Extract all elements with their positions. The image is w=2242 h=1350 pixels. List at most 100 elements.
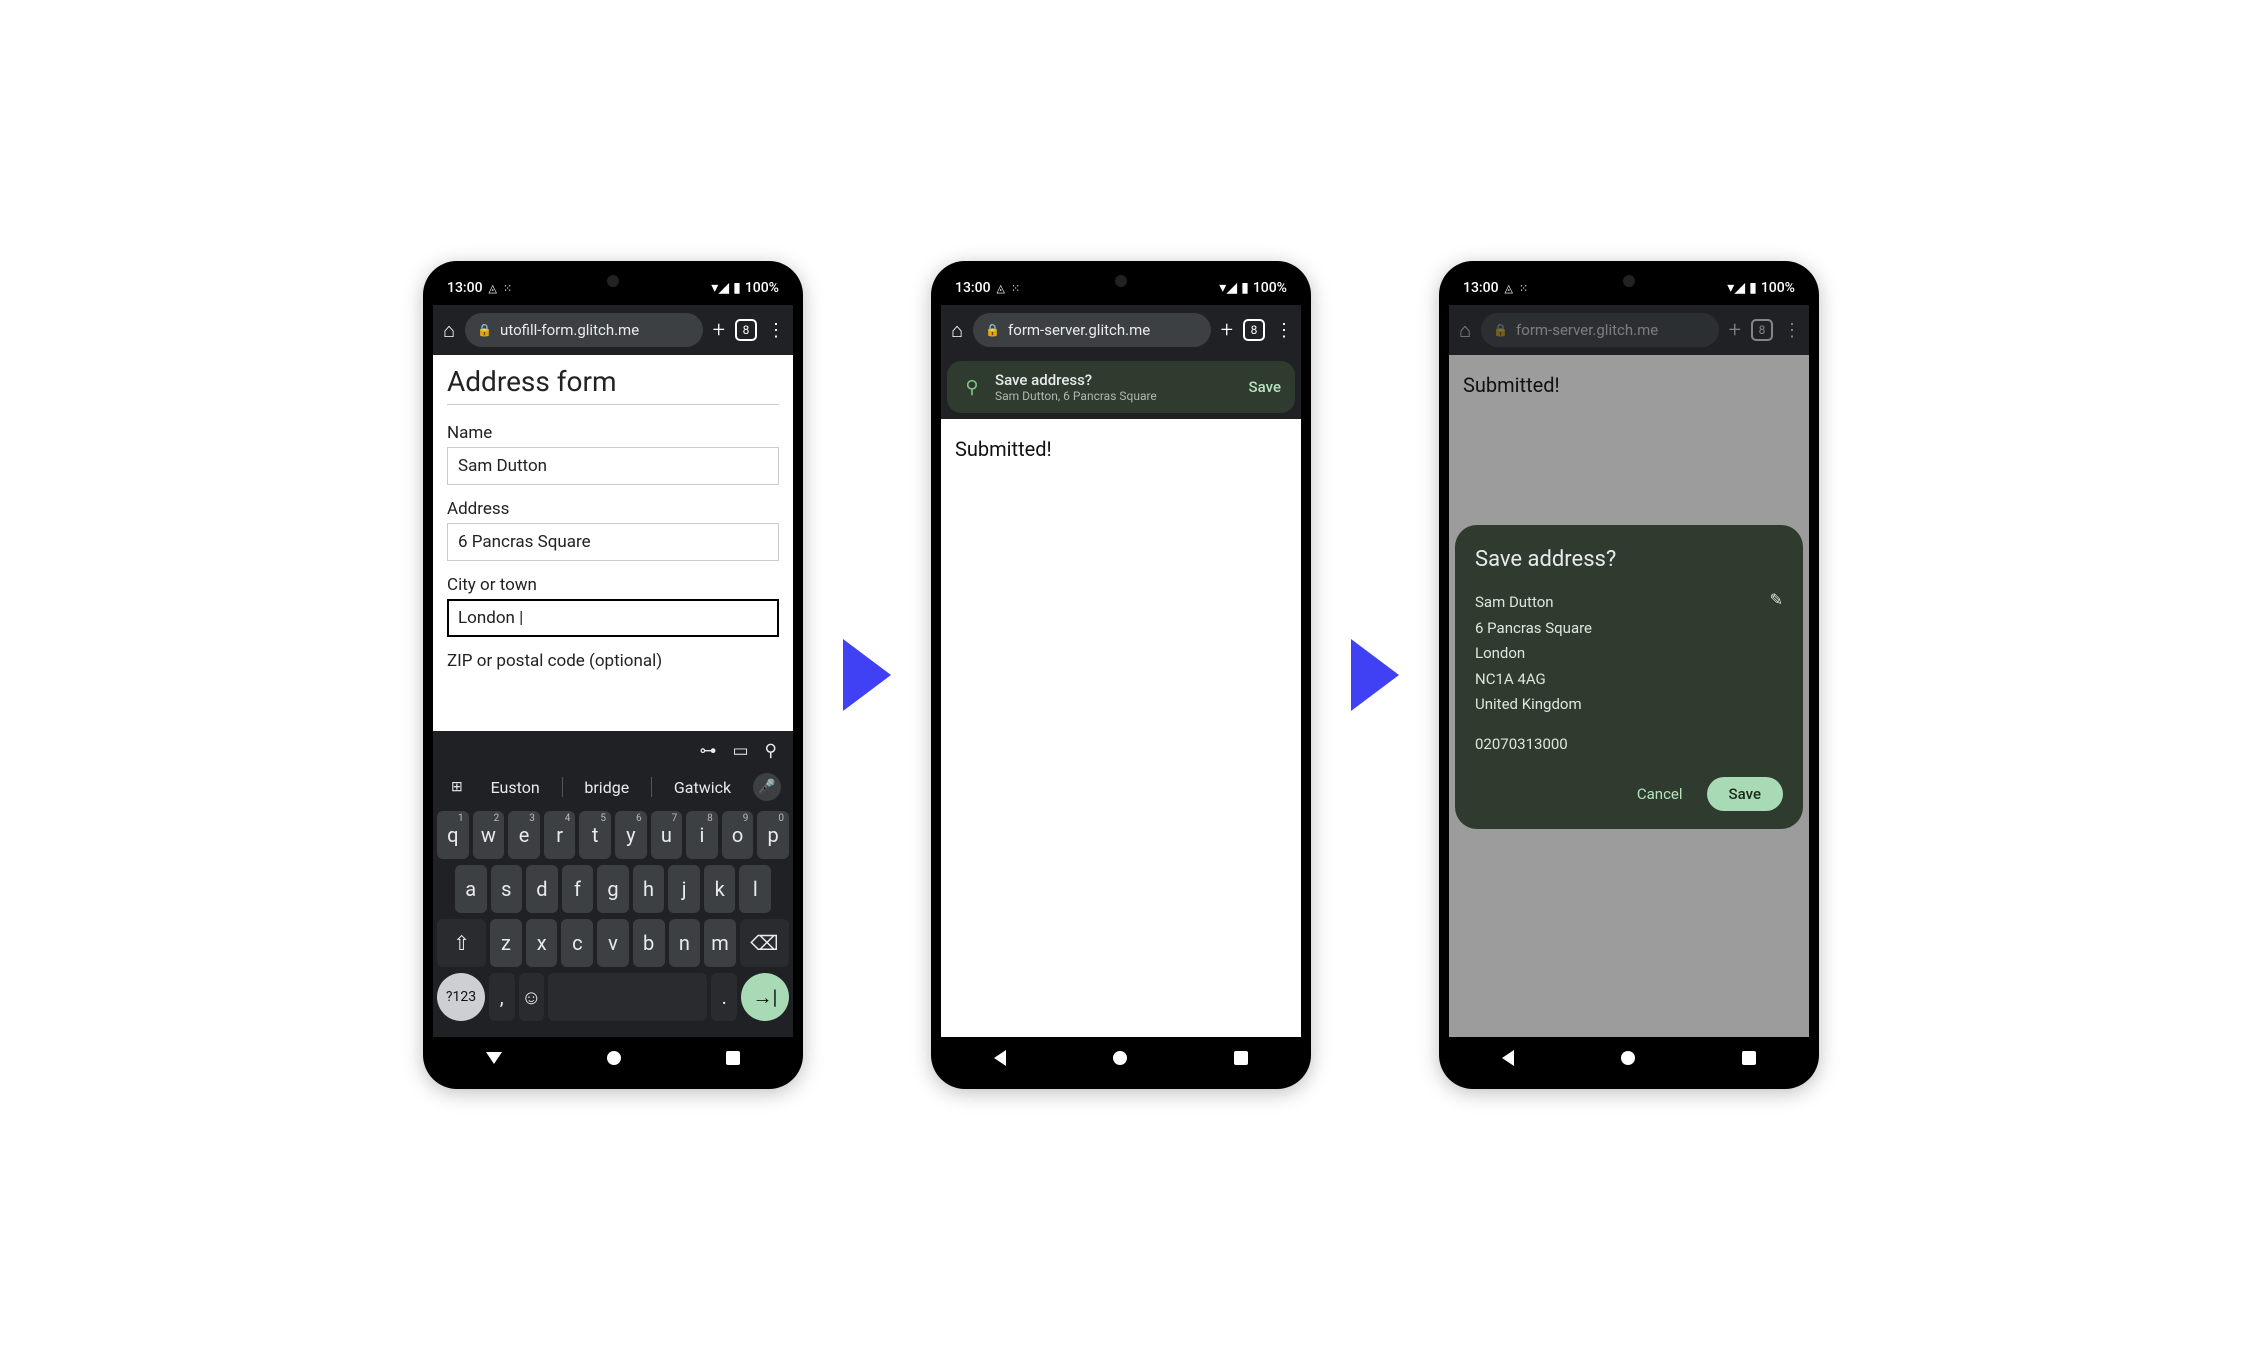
- tab-switcher[interactable]: 8: [1751, 319, 1773, 341]
- period-key[interactable]: .: [711, 973, 737, 1021]
- key-r[interactable]: r4: [544, 811, 576, 859]
- nav-back-icon[interactable]: [486, 1052, 502, 1064]
- lock-icon: 🔒: [1493, 323, 1508, 337]
- key-n[interactable]: n: [669, 919, 701, 967]
- key-y[interactable]: y6: [615, 811, 647, 859]
- notif-icon: ◬: [997, 282, 1005, 295]
- mic-icon[interactable]: 🎤: [753, 773, 781, 801]
- more-menu-icon[interactable]: ⋮: [767, 320, 783, 341]
- android-nav: [1449, 1037, 1809, 1079]
- nav-back-icon[interactable]: [994, 1050, 1006, 1066]
- nav-recent-icon[interactable]: [1234, 1051, 1248, 1065]
- space-key[interactable]: [548, 973, 707, 1021]
- nav-home-icon[interactable]: [1113, 1051, 1127, 1065]
- flow-arrow-icon: [1351, 639, 1399, 711]
- suggestion-1[interactable]: Euston: [481, 778, 550, 797]
- address-input[interactable]: 6 Pancras Square: [447, 523, 779, 561]
- page-content: Submitted! Save address? Sam Dutton 6 Pa…: [1449, 355, 1809, 1037]
- phone-form: 13:00 ◬ ⁙ ▾◢ ▮ 100% ⌂ 🔒 utofill-form.gli…: [423, 261, 803, 1089]
- sheet-zip: NC1A 4AG: [1475, 667, 1592, 693]
- key-q[interactable]: q1: [437, 811, 469, 859]
- page-content: Address form Name Sam Dutton Address 6 P…: [433, 355, 793, 731]
- submitted-text: Submitted!: [1449, 355, 1809, 415]
- key-m[interactable]: m: [704, 919, 736, 967]
- home-icon[interactable]: ⌂: [1459, 318, 1471, 343]
- status-time: 13:00: [447, 280, 483, 296]
- soft-keyboard: ⊶ ▭ ⚲ ⊞ Euston bridge Gatwick 🎤 q1w2e3r4…: [433, 731, 793, 1037]
- key-e[interactable]: e3: [508, 811, 540, 859]
- key-d[interactable]: d: [526, 865, 558, 913]
- save-address-snackbar: ⚲ Save address? Sam Dutton, 6 Pancras Sq…: [947, 361, 1295, 413]
- city-input[interactable]: London |: [447, 599, 779, 637]
- browser-toolbar: ⌂ 🔒 form-server.glitch.me + 8 ⋮: [941, 305, 1301, 355]
- emoji-key[interactable]: ☺: [519, 973, 545, 1021]
- key-h[interactable]: h: [633, 865, 665, 913]
- key-l[interactable]: l: [739, 865, 771, 913]
- new-tab-icon[interactable]: +: [1221, 318, 1233, 343]
- next-key[interactable]: →|: [741, 973, 789, 1021]
- more-menu-icon[interactable]: ⋮: [1275, 320, 1291, 341]
- new-tab-icon[interactable]: +: [713, 318, 725, 343]
- sheet-country: United Kingdom: [1475, 692, 1592, 718]
- nav-recent-icon[interactable]: [726, 1051, 740, 1065]
- card-icon[interactable]: ▭: [732, 741, 748, 761]
- key-p[interactable]: p0: [757, 811, 789, 859]
- address-label: Address: [447, 499, 779, 519]
- wifi-icon: ▾◢: [711, 280, 729, 296]
- omnibox[interactable]: 🔒 utofill-form.glitch.me: [465, 313, 702, 347]
- nav-recent-icon[interactable]: [1742, 1051, 1756, 1065]
- key-k[interactable]: k: [704, 865, 736, 913]
- nav-home-icon[interactable]: [1621, 1051, 1635, 1065]
- key-a[interactable]: a: [455, 865, 487, 913]
- cancel-button[interactable]: Cancel: [1633, 777, 1687, 811]
- backspace-key[interactable]: ⌫: [740, 919, 789, 967]
- pin-icon: ⚲: [961, 376, 983, 398]
- nav-home-icon[interactable]: [607, 1051, 621, 1065]
- location-icon[interactable]: ⚲: [765, 741, 777, 761]
- battery-icon: ▮: [1241, 280, 1249, 296]
- key-c[interactable]: c: [561, 919, 593, 967]
- key-o[interactable]: o9: [722, 811, 754, 859]
- city-label: City or town: [447, 575, 779, 595]
- key-u[interactable]: u7: [651, 811, 683, 859]
- symbols-key[interactable]: ?123: [437, 973, 485, 1021]
- new-tab-icon[interactable]: +: [1729, 318, 1741, 343]
- page-content: Submitted!: [941, 419, 1301, 1037]
- suggestion-3[interactable]: Gatwick: [664, 778, 741, 797]
- comma-key[interactable]: ,: [489, 973, 515, 1021]
- key-x[interactable]: x: [526, 919, 558, 967]
- omnibox[interactable]: 🔒 form-server.glitch.me: [1481, 313, 1718, 347]
- key-z[interactable]: z: [490, 919, 522, 967]
- password-icon[interactable]: ⊶: [699, 741, 716, 761]
- key-t[interactable]: t5: [579, 811, 611, 859]
- omnibox[interactable]: 🔒 form-server.glitch.me: [973, 313, 1210, 347]
- nav-back-icon[interactable]: [1502, 1050, 1514, 1066]
- key-s[interactable]: s: [491, 865, 523, 913]
- key-f[interactable]: f: [562, 865, 594, 913]
- tab-switcher[interactable]: 8: [1243, 319, 1265, 341]
- key-b[interactable]: b: [633, 919, 665, 967]
- phone-bottomsheet: 13:00 ◬ ⁙ ▾◢ ▮ 100% ⌂ 🔒 form-server.glit…: [1439, 261, 1819, 1089]
- tab-switcher[interactable]: 8: [735, 319, 757, 341]
- save-button[interactable]: Save: [1707, 777, 1783, 811]
- home-icon[interactable]: ⌂: [951, 318, 963, 343]
- battery-pct: 100%: [1253, 280, 1287, 296]
- shift-key[interactable]: ⇧: [437, 919, 486, 967]
- name-input[interactable]: Sam Dutton: [447, 447, 779, 485]
- wifi-icon: ▾◢: [1219, 280, 1237, 296]
- battery-icon: ▮: [1749, 280, 1757, 296]
- key-i[interactable]: i8: [686, 811, 718, 859]
- wifi-icon: ▾◢: [1727, 280, 1745, 296]
- more-menu-icon[interactable]: ⋮: [1783, 320, 1799, 341]
- key-v[interactable]: v: [597, 919, 629, 967]
- snackbar-save-button[interactable]: Save: [1249, 378, 1281, 396]
- key-g[interactable]: g: [597, 865, 629, 913]
- key-w[interactable]: w2: [473, 811, 505, 859]
- suggestion-2[interactable]: bridge: [574, 778, 639, 797]
- android-nav: [433, 1037, 793, 1079]
- sheet-title: Save address?: [1475, 547, 1783, 572]
- grid-icon[interactable]: ⊞: [445, 779, 469, 795]
- key-j[interactable]: j: [668, 865, 700, 913]
- home-icon[interactable]: ⌂: [443, 318, 455, 343]
- edit-icon[interactable]: ✎: [1770, 590, 1783, 609]
